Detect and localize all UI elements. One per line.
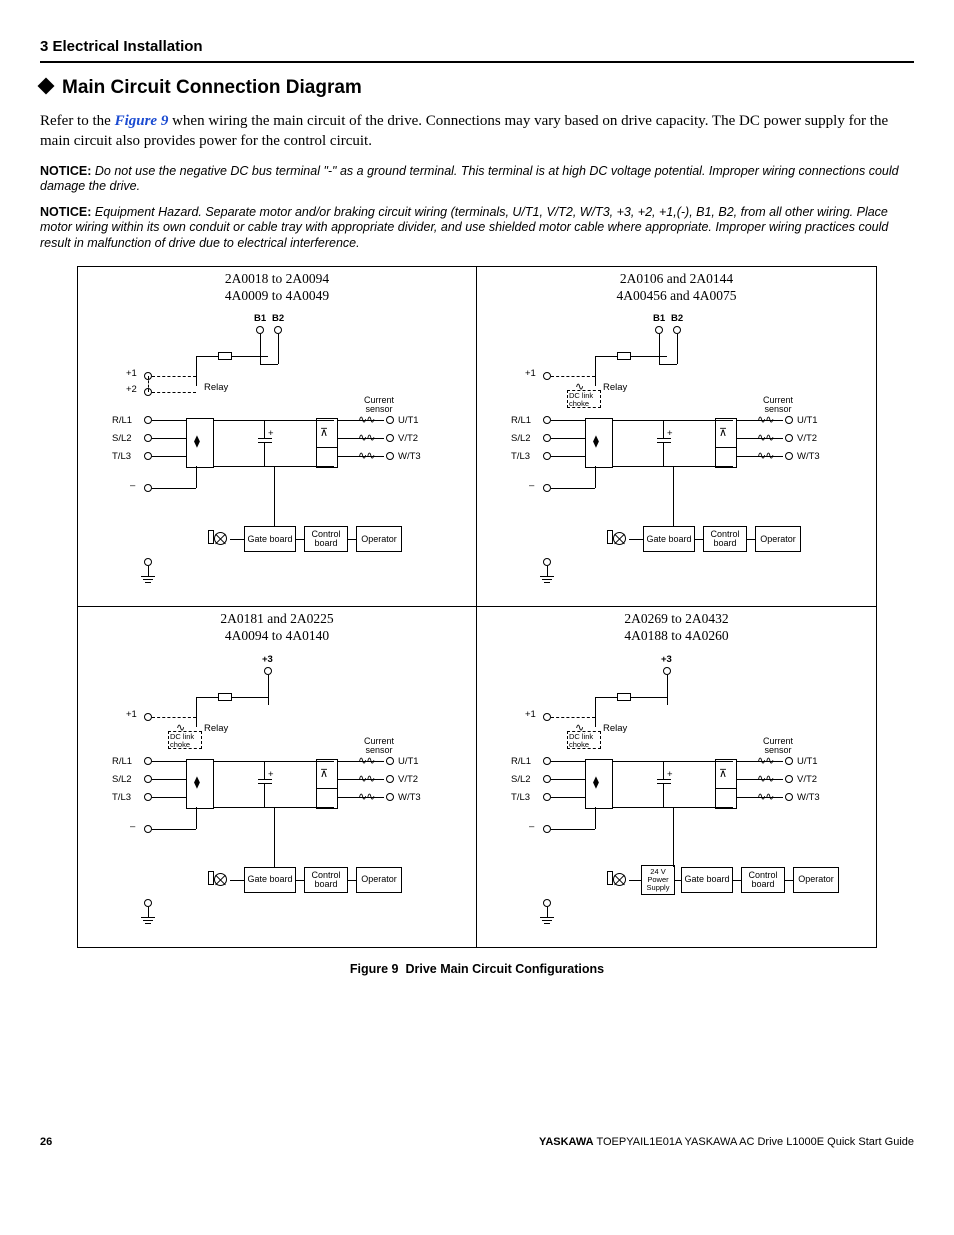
figure-cell-1: 2A0106 and 2A01444A00456 and 4A0075B1B2+… bbox=[477, 267, 876, 608]
operator-block: Operator bbox=[356, 867, 402, 893]
page-footer: 26 YASKAWA TOEPYAIL1E01A YASKAWA AC Driv… bbox=[40, 1136, 914, 1148]
diamond-icon bbox=[38, 78, 55, 95]
figure-row: 2A0018 to 2A00944A0009 to 4A0049B1B2+1+2… bbox=[78, 267, 876, 608]
figure-link[interactable]: Figure 9 bbox=[115, 113, 169, 129]
intro-paragraph: Refer to the Figure 9 when wiring the ma… bbox=[40, 111, 914, 152]
circuit-diagram: B1B2+1∿DC linkchokeRelay⧫+⊼Currentsensor… bbox=[485, 308, 868, 588]
fan-icon bbox=[611, 530, 629, 548]
gate-board-block: Gate board bbox=[244, 526, 296, 552]
intro-post: when wiring the main circuit of the driv… bbox=[40, 113, 888, 149]
footer-doc: TOEPYAIL1E01A YASKAWA AC Drive L1000E Qu… bbox=[594, 1136, 914, 1148]
circuit-diagram: B1B2+1+2Relay⧫+⊼Currentsensor∿∿U/T1∿∿V/T… bbox=[86, 308, 468, 588]
fan-icon bbox=[212, 871, 230, 889]
control-board-block: Controlboard bbox=[304, 867, 348, 893]
figure-row: 2A0181 and 2A02254A0094 to 4A0140 +3+1∿DC… bbox=[78, 607, 876, 947]
figure-cell-0: 2A0018 to 2A00944A0009 to 4A0049B1B2+1+2… bbox=[78, 267, 477, 608]
section-number-title: 3 Electrical Installation bbox=[40, 38, 203, 55]
control-board-block: Controlboard bbox=[741, 867, 785, 893]
intro-pre: Refer to the bbox=[40, 113, 115, 129]
model-range: 2A0269 to 2A04324A0188 to 4A0260 bbox=[485, 611, 868, 645]
heading-text: Main Circuit Connection Diagram bbox=[62, 77, 362, 98]
fan-icon bbox=[611, 871, 629, 889]
footer-brand: YASKAWA bbox=[539, 1136, 594, 1148]
control-board-block: Controlboard bbox=[304, 526, 348, 552]
notice-text: Equipment Hazard. Separate motor and/or … bbox=[40, 205, 888, 250]
model-range: 2A0106 and 2A01444A00456 and 4A0075 bbox=[485, 271, 868, 305]
model-range: 2A0018 to 2A00944A0009 to 4A0049 bbox=[86, 271, 468, 305]
figure-grid: 2A0018 to 2A00944A0009 to 4A0049B1B2+1+2… bbox=[77, 266, 877, 949]
notice-2: NOTICE: Equipment Hazard. Separate motor… bbox=[40, 205, 914, 252]
caption-label: Figure 9 bbox=[350, 962, 399, 976]
notice-label: NOTICE: bbox=[40, 164, 91, 178]
operator-block: Operator bbox=[793, 867, 839, 893]
figure-caption: Figure 9 Drive Main Circuit Configuratio… bbox=[40, 962, 914, 976]
circuit-diagram: +3+1∿DC linkchokeRelay⧫+⊼Currentsensor∿∿… bbox=[86, 649, 468, 929]
notice-label: NOTICE: bbox=[40, 205, 91, 219]
control-board-block: Controlboard bbox=[703, 526, 747, 552]
gate-board-block: Gate board bbox=[244, 867, 296, 893]
fan-icon bbox=[212, 530, 230, 548]
figure-cell-3: 2A0269 to 2A04324A0188 to 4A0260 +3+1∿DC … bbox=[477, 607, 876, 947]
power-supply-block: 24 VPowerSupply bbox=[641, 865, 675, 895]
notice-1: NOTICE: Do not use the negative DC bus t… bbox=[40, 164, 914, 195]
page-number: 26 bbox=[40, 1136, 52, 1148]
caption-text: Drive Main Circuit Configurations bbox=[405, 962, 604, 976]
gate-board-block: Gate board bbox=[681, 867, 733, 893]
operator-block: Operator bbox=[755, 526, 801, 552]
section-header: 3 Electrical Installation bbox=[40, 38, 914, 63]
figure-cell-2: 2A0181 and 2A02254A0094 to 4A0140 +3+1∿DC… bbox=[78, 607, 477, 947]
model-range: 2A0181 and 2A02254A0094 to 4A0140 bbox=[86, 611, 468, 645]
operator-block: Operator bbox=[356, 526, 402, 552]
notice-text: Do not use the negative DC bus terminal … bbox=[40, 164, 899, 194]
circuit-diagram: +3+1∿DC linkchokeRelay⧫+⊼Currentsensor∿∿… bbox=[485, 649, 868, 929]
gate-board-block: Gate board bbox=[643, 526, 695, 552]
page-heading: Main Circuit Connection Diagram bbox=[40, 77, 914, 99]
